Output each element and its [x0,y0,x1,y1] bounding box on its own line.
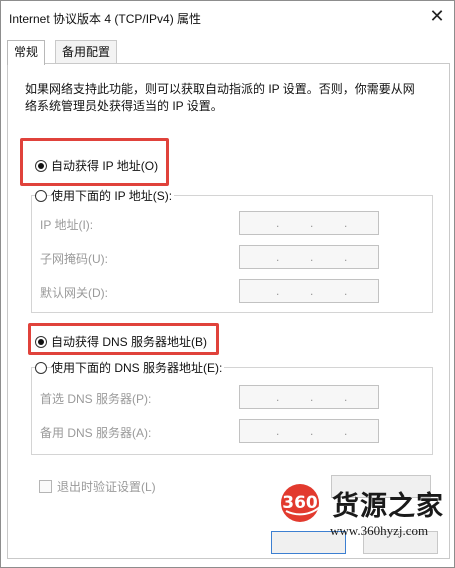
validate-checkbox-label: 退出时验证设置(L) [57,480,156,494]
ip-separator: . [344,284,348,298]
360-logo-icon: 360 [281,484,323,522]
tab-alternate-config[interactable]: 备用配置 [55,40,118,63]
radio-manual-ip[interactable]: 使用下面的 IP 地址(S): [35,187,175,204]
radio-manual-dns-indicator[interactable] [35,361,47,374]
ip-separator: . [310,216,314,230]
default-gateway-input[interactable]: . . . [239,279,379,303]
description-text: 如果网络支持此功能，则可以获取自动指派的 IP 设置。否则，你需要从网络系统管理… [25,82,415,113]
highlight-auto-ip [20,138,169,186]
preferred-dns-label: 首选 DNS 服务器(P): [40,392,152,406]
subnet-mask-input[interactable]: . . . [239,245,379,269]
validate-settings-checkbox[interactable]: 退出时验证设置(L) [39,478,156,495]
validate-checkbox-box[interactable] [39,480,52,493]
ip-address-input[interactable]: . . . [239,211,379,235]
preferred-dns-input[interactable]: . . . [239,385,379,409]
ip-separator: . [276,424,280,438]
window-title: Internet 协议版本 4 (TCP/IPv4) 属性 [9,12,202,26]
default-gateway-label: 默认网关(D): [40,286,108,300]
ip-separator: . [310,390,314,404]
watermark-brand: 货源之家 [332,491,444,522]
ip-separator: . [310,284,314,298]
watermark-url: www.360hyzj.com [330,523,429,538]
radio-manual-ip-indicator[interactable] [35,189,47,202]
title-bar: Internet 协议版本 4 (TCP/IPv4) 属性 ✕ [1,1,455,33]
close-button[interactable]: ✕ [428,7,446,25]
tab-general[interactable]: 常规 [7,40,46,65]
alternate-dns-label: 备用 DNS 服务器(A): [40,426,152,440]
ip-separator: . [276,216,280,230]
radio-manual-dns-label: 使用下面的 DNS 服务器地址(E): [51,359,225,376]
ip-address-label: IP 地址(I): [40,218,94,232]
highlight-auto-dns [28,323,219,355]
ip-separator: . [276,250,280,264]
alternate-dns-input[interactable]: . . . [239,419,379,443]
ip-separator: . [310,250,314,264]
close-icon: ✕ [429,6,445,26]
ip-separator: . [276,390,280,404]
logo-text: 360 [282,493,318,513]
ip-separator: . [344,424,348,438]
ip-separator: . [344,250,348,264]
ip-separator: . [344,216,348,230]
radio-manual-ip-label: 使用下面的 IP 地址(S): [51,187,175,204]
radio-manual-dns[interactable]: 使用下面的 DNS 服务器地址(E): [35,359,225,376]
subnet-mask-label: 子网掩码(U): [40,252,108,266]
ip-separator: . [344,390,348,404]
ip-separator: . [276,284,280,298]
watermark: 360 货源之家 www.360hyzj.com [276,483,455,543]
ip-separator: . [310,424,314,438]
